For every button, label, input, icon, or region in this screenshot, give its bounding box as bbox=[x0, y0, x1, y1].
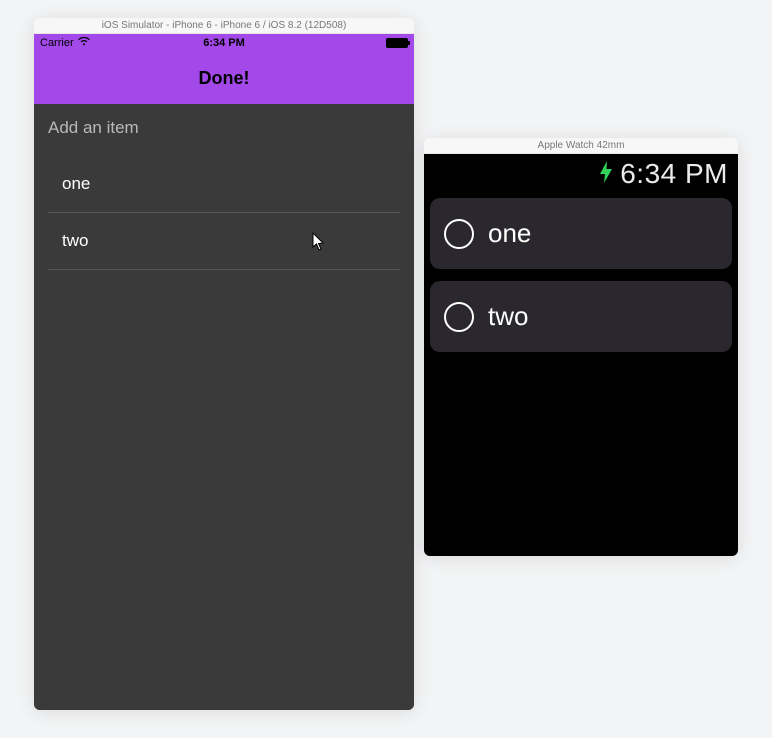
list-item[interactable]: one bbox=[48, 156, 400, 213]
nav-bar: Done! bbox=[34, 52, 414, 104]
charging-icon bbox=[598, 160, 614, 188]
iphone-content: Add an item one two bbox=[34, 104, 414, 710]
watch-item-label: two bbox=[488, 301, 528, 332]
status-time: 6:34 PM bbox=[34, 37, 414, 49]
battery-icon bbox=[386, 38, 408, 48]
add-item-input[interactable]: Add an item bbox=[34, 104, 414, 156]
watch-list-item[interactable]: two bbox=[430, 281, 732, 352]
ios-status-bar: Carrier 6:34 PM bbox=[34, 34, 414, 52]
iphone-screen: Carrier 6:34 PM Done! Add an item one tw… bbox=[34, 34, 414, 710]
watch-screen: 6:34 PM one two bbox=[424, 154, 738, 556]
radio-circle-icon bbox=[444, 302, 474, 332]
watch-item-label: one bbox=[488, 218, 531, 249]
list-item[interactable]: two bbox=[48, 213, 400, 270]
iphone-window-title: iOS Simulator - iPhone 6 - iPhone 6 / iO… bbox=[34, 18, 414, 34]
radio-circle-icon bbox=[444, 219, 474, 249]
watch-list-item[interactable]: one bbox=[430, 198, 732, 269]
watch-simulator-window: Apple Watch 42mm 6:34 PM one two bbox=[424, 138, 738, 556]
watch-window-title: Apple Watch 42mm bbox=[424, 138, 738, 154]
watch-status-bar: 6:34 PM bbox=[428, 154, 734, 192]
done-button[interactable]: Done! bbox=[199, 68, 250, 89]
iphone-simulator-window: iOS Simulator - iPhone 6 - iPhone 6 / iO… bbox=[34, 18, 414, 710]
watch-time: 6:34 PM bbox=[620, 158, 728, 190]
